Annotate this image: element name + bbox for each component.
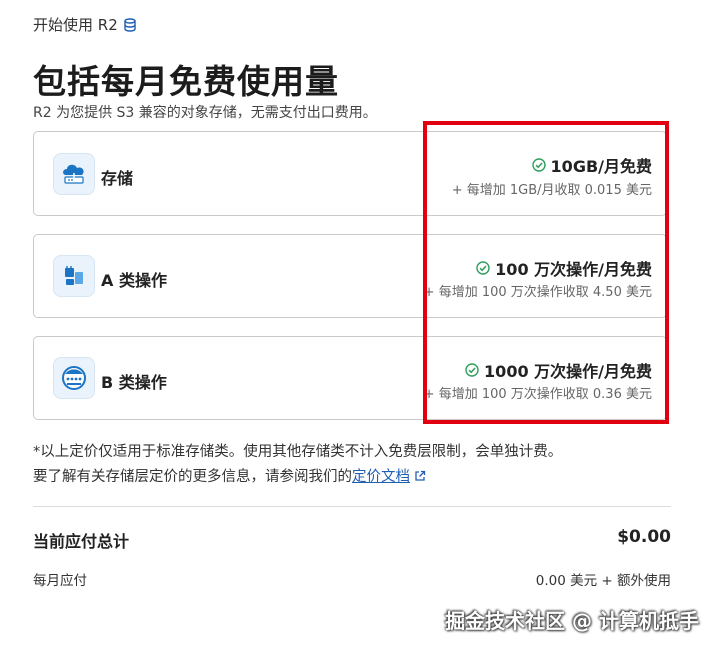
class-a-free-tier: 100 万次操作/月免费 [476,256,652,280]
storage-label: 存储 [101,169,134,188]
check-circle-icon [465,363,479,377]
class-b-extra-cost: + 每增加 100 万次操作收取 0.36 美元 [423,387,652,402]
storage-free-text: 10GB/月免费 [550,157,652,176]
pricing-footnote: *以上定价仅适用于标准存储类。使用其他存储类不计入免费层限制，会单独计费。 要了… [33,440,673,490]
class-a-extra-cost: + 每增加 100 万次操作收取 4.50 美元 [423,285,652,300]
footnote-line-2-text: 要了解有关存储层定价的更多信息，请参阅我们的 [33,469,352,485]
cloud-storage-icon [53,153,95,195]
class-b-free-tier: 1000 万次操作/月免费 [465,358,652,382]
monthly-due-value: 0.00 美元 + 额外使用 [535,573,671,589]
summary-divider [33,506,671,507]
class-b-operations-icon [53,357,95,399]
database-icon [124,17,136,32]
footnote-line-2: 要了解有关存储层定价的更多信息，请参阅我们的定价文档 [33,465,673,490]
class-b-label: B 类操作 [101,373,167,392]
page-subtitle: R2 为您提供 S3 兼容的对象存储，无需支付出口费用。 [33,105,377,121]
class-a-free-text: 100 万次操作/月免费 [495,260,652,279]
footnote-line-1: *以上定价仅适用于标准存储类。使用其他存储类不计入免费层限制，会单独计费。 [33,444,563,460]
check-circle-icon [531,158,546,172]
monthly-due-label: 每月应付 [33,573,87,589]
watermark: 掘金技术社区 @ 计算机抵手 [445,609,699,633]
total-due-value: $0.00 [617,527,671,547]
class-a-pricing-card: A 类操作 100 万次操作/月免费 + 每增加 100 万次操作收取 4.50… [33,234,667,318]
class-b-free-text: 1000 万次操作/月免费 [484,362,652,381]
pricing-docs-link[interactable]: 定价文档 [352,469,410,485]
get-started-r2-link[interactable]: 开始使用 R2 [33,14,136,35]
class-a-operations-icon [53,255,95,297]
storage-pricing-card: 存储 10GB/月免费 + 每增加 1GB/月收取 0.015 美元 [33,131,667,216]
class-b-pricing-card: B 类操作 1000 万次操作/月免费 + 每增加 100 万次操作收取 0.3… [33,336,667,420]
page-title: 包括每月免费使用量 [33,62,339,101]
storage-free-tier: 10GB/月免费 [531,153,652,177]
external-link-icon[interactable] [414,470,426,482]
class-a-label: A 类操作 [101,271,167,290]
total-due-label: 当前应付总计 [33,532,130,551]
storage-extra-cost: + 每增加 1GB/月收取 0.015 美元 [451,183,652,198]
check-circle-icon [476,261,490,275]
get-started-label: 开始使用 R2 [33,16,118,34]
